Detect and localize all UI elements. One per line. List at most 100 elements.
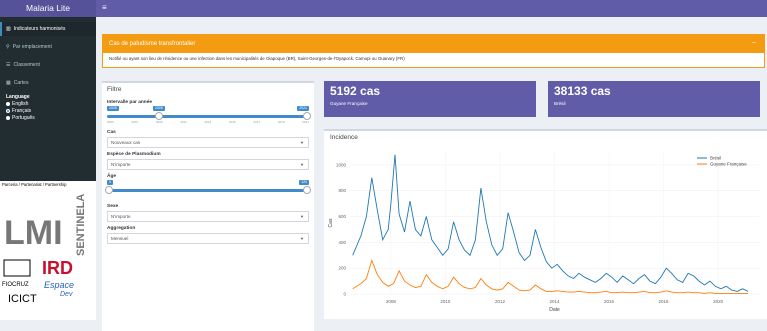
y-tick-label: 0	[343, 292, 346, 297]
year-range-slider[interactable]: 2005 2005 2021 2005 2007 2009 2011 2013 …	[107, 106, 311, 126]
x-tick-label: 2018	[659, 299, 670, 304]
filter-title: Filtre	[107, 86, 122, 93]
series-line-1	[352, 259, 749, 294]
series-line-0	[352, 154, 749, 292]
age-max-tag: 120	[299, 180, 309, 185]
alert-title: Cas de paludisme transfrontalier	[103, 35, 764, 53]
year-tick: 2009	[155, 120, 163, 124]
caret-down-icon: ▼	[300, 162, 304, 167]
year-tick: 2021	[302, 120, 309, 124]
incidence-chart[interactable]: 0 200 400 600 800 1000 2008 2010 2012 2014 2016 201…	[324, 144, 767, 318]
espece-select[interactable]: N'importe ▼	[107, 159, 309, 170]
age-min-tag: 0	[107, 180, 113, 185]
x-tick-label: 2012	[495, 299, 506, 304]
value-box-bresil: 38133 cas Brésil	[548, 81, 760, 117]
x-tick-label: 2014	[549, 299, 560, 304]
svg-text:FIOCRUZ: FIOCRUZ	[2, 282, 29, 288]
cas-value: Nouveaux cas	[111, 140, 141, 145]
sidebar-item-classement[interactable]: ☰ Classement	[0, 58, 96, 72]
cas-select[interactable]: Nouveaux cas ▼	[107, 137, 309, 148]
age-range-slider[interactable]: 0 120	[105, 180, 311, 200]
sidebar-item-indicateurs[interactable]: ▥ Indicateurs harmonisés	[0, 22, 96, 36]
year-tick: 2017	[253, 120, 261, 124]
year-tick: 2015	[228, 120, 236, 124]
sidebar-item-cartes[interactable]: ▦ Cartes	[0, 76, 96, 90]
slider-track	[107, 189, 309, 192]
espece-value: N'importe	[111, 162, 131, 167]
hamburger-menu-icon[interactable]: ≡	[102, 3, 107, 12]
slider-handle-to[interactable]	[303, 186, 311, 194]
radio-icon	[6, 115, 10, 120]
year-to-tag: 2021	[297, 106, 309, 111]
year-ticks: 2005 2007 2009 2011 2013 2015 2017 2019 …	[107, 120, 309, 124]
svg-text:SENTINELA: SENTINELA	[75, 194, 87, 256]
value-number: 5192 cas	[330, 84, 381, 98]
slider-handle-from[interactable]	[105, 186, 113, 194]
x-tick-label: 2008	[386, 299, 397, 304]
sexe-label: Sexe	[107, 204, 119, 209]
slider-track	[107, 115, 309, 118]
x-tick-label: 2020	[713, 299, 724, 304]
language-label: Português	[12, 114, 35, 121]
aggregation-value: Mensuel	[111, 236, 129, 241]
y-tick-label: 1000	[336, 162, 347, 167]
value-box-guyane: 5192 cas Guyane Française	[324, 81, 536, 117]
sidebar: Malaria Lite ▥ Indicateurs harmonisés ⚲ …	[0, 0, 96, 320]
ird-logo: IRD	[42, 258, 73, 278]
filter-panel: Filtre Intervalle par année 2005 2005 20…	[102, 81, 314, 331]
aggregation-label: Aggregation	[107, 226, 136, 231]
slider-handle-from[interactable]	[155, 112, 163, 120]
partners-title: Parceria / Partenariat / Partnership	[2, 182, 67, 187]
y-tick-label: 200	[338, 266, 346, 271]
year-interval-label: Intervalle par année	[107, 100, 153, 105]
map-icon: ▦	[6, 80, 11, 86]
x-tick-label: 2010	[440, 299, 451, 304]
svg-text:Espace: Espace	[44, 280, 74, 290]
x-axis-label: Date	[549, 307, 560, 313]
incidence-chart-box: Incidence 0 200 400 600 800 1000 2008 2010 2012 2…	[324, 129, 767, 319]
radio-selected-icon	[6, 108, 10, 113]
app-title[interactable]: Malaria Lite	[0, 0, 96, 17]
collapse-icon[interactable]: −	[752, 35, 756, 53]
partner-logos: LMI SENTINELA FIOCRUZ IRD Espace Dev ICI…	[2, 194, 87, 305]
slider-handle-to[interactable]	[303, 112, 311, 120]
year-tick: 2007	[131, 120, 139, 124]
top-navbar: ≡	[96, 0, 767, 17]
main-content: Cas de paludisme transfrontalier − Notif…	[96, 17, 767, 331]
list-icon: ☰	[6, 62, 11, 68]
svg-text:LMI: LMI	[4, 214, 63, 252]
language-radio-portugues[interactable]: Português	[0, 114, 96, 121]
lmi-sentinela-logo: LMI SENTINELA	[4, 194, 87, 256]
bar-chart-icon: ▥	[6, 26, 11, 32]
icict-logo: ICICT	[8, 293, 37, 305]
value-label: Guyane Française	[330, 101, 368, 106]
radio-icon	[6, 101, 10, 106]
year-from-tag: 2005	[153, 106, 165, 111]
caret-down-icon: ▼	[300, 140, 304, 145]
y-tick-label: 400	[338, 240, 346, 245]
value-label: Brésil	[554, 101, 566, 106]
sexe-select[interactable]: N'importe ▼	[107, 211, 309, 222]
sidebar-item-label: Classement	[13, 62, 40, 68]
language-label: English	[12, 100, 29, 107]
language-radio-francais[interactable]: Français	[0, 107, 96, 114]
x-tick-label: 2016	[604, 299, 615, 304]
espece-label: Espèce de Plasmodium	[107, 152, 161, 157]
language-label: Français	[12, 107, 32, 114]
year-min-tag: 2005	[107, 106, 119, 111]
year-tick: 2005	[107, 120, 114, 124]
fiocruz-logo: FIOCRUZ	[2, 259, 31, 288]
sidebar-item-label: Par emplacement	[12, 44, 52, 50]
sidebar-item-emplacement[interactable]: ⚲ Par emplacement	[0, 40, 96, 54]
svg-text:ICICT: ICICT	[8, 293, 37, 305]
caret-down-icon: ▼	[300, 236, 304, 241]
aggregation-select[interactable]: Mensuel ▼	[107, 233, 309, 244]
year-tick: 2011	[180, 120, 187, 124]
svg-text:Dev: Dev	[60, 291, 73, 298]
value-number: 38133 cas	[554, 84, 611, 98]
y-tick-label: 600	[338, 214, 346, 219]
language-radio-english[interactable]: English	[0, 100, 96, 107]
partners-panel: Parceria / Partenariat / Partnership LMI…	[0, 181, 96, 320]
legend-label: Guyane Française	[710, 162, 747, 167]
espace-dev-logo: Espace Dev	[44, 280, 74, 298]
